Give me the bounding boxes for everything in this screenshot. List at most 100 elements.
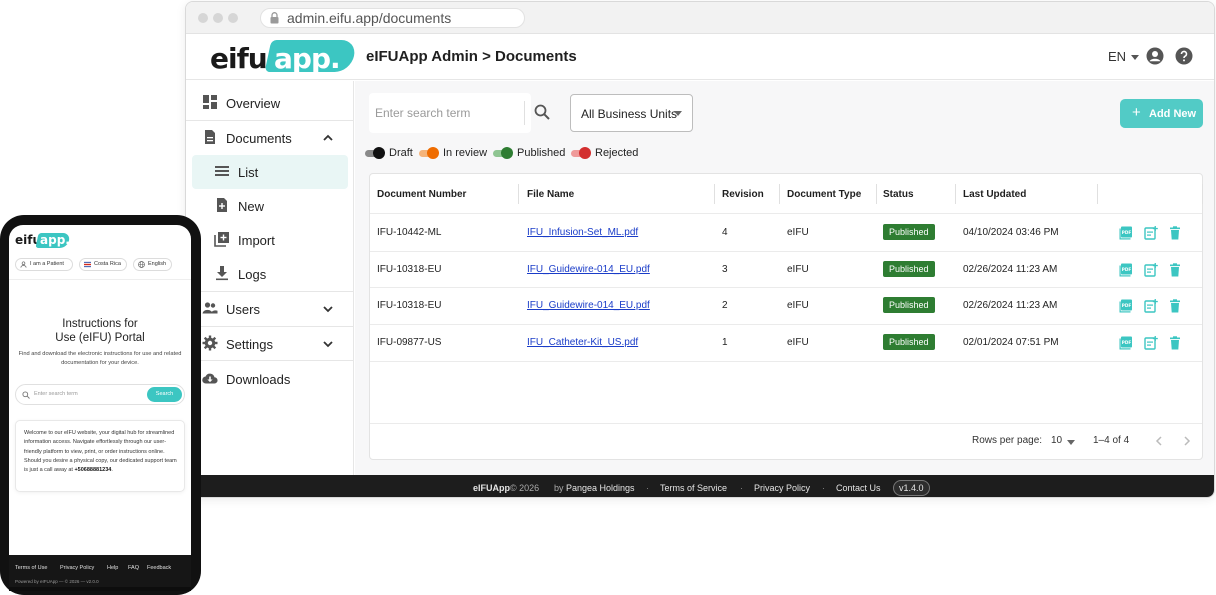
status-badge: Published (883, 224, 935, 240)
column-divider (779, 184, 780, 204)
sidebar-item-new[interactable]: New (186, 189, 354, 223)
footer-privacy-link[interactable]: Privacy Policy (754, 483, 810, 493)
footer-terms-link[interactable]: Terms of Service (660, 483, 727, 493)
file-name-link[interactable]: IFU_Catheter-Kit_US.pdf (527, 337, 638, 348)
footer-copyright: © 2026 (510, 483, 540, 493)
address-bar[interactable]: admin.eifu.app/documents (260, 8, 525, 28)
add-note-icon[interactable] (1144, 336, 1158, 350)
footer-separator: · (740, 483, 743, 493)
search-icon[interactable] (533, 103, 551, 121)
plus-icon: + (1132, 104, 1141, 121)
country-chip[interactable]: Costa Rica (79, 258, 127, 271)
chevron-right-icon[interactable] (1182, 436, 1192, 446)
add-note-icon[interactable] (1144, 299, 1158, 313)
footer-contact-link[interactable]: Contact Us (836, 483, 881, 493)
rows-per-page-select[interactable]: 10 (1051, 435, 1062, 446)
pdf-icon[interactable]: PDF (1119, 299, 1133, 313)
footer-separator: · (822, 483, 825, 493)
gear-icon (202, 335, 218, 351)
legend-knob (501, 147, 513, 159)
svg-text:PDF: PDF (1122, 267, 1132, 272)
document-type: eIFU (787, 300, 809, 311)
sidebar-item-documents[interactable]: Documents (186, 121, 354, 155)
chevron-down-icon (323, 306, 333, 313)
rows-per-page-label: Rows per page: (972, 435, 1043, 446)
phone-footer: Terms of Use Privacy Policy Help FAQ Fee… (9, 555, 191, 587)
column-header[interactable]: File Name (527, 189, 574, 200)
sidebar-item-logs[interactable]: Logs (186, 257, 354, 291)
app-header: eifu app. eIFUApp Admin > Documents EN (186, 34, 1214, 80)
caret-down-icon[interactable] (1067, 440, 1075, 445)
file-name-link[interactable]: IFU_Guidewire-014_EU.pdf (527, 300, 650, 311)
row-divider (370, 324, 1202, 325)
phone-logo-text-accent: app. (40, 233, 70, 247)
column-header[interactable]: Status (883, 189, 914, 200)
sidebar-item-label: Documents (226, 131, 292, 146)
account-icon[interactable] (1146, 47, 1164, 65)
sidebar-item-label: Logs (238, 267, 267, 282)
cloud-download-icon (202, 373, 218, 384)
divider (9, 279, 191, 280)
legend-knob (427, 147, 439, 159)
trash-icon[interactable] (1168, 263, 1182, 277)
phone-footer-link[interactable]: Help (107, 565, 118, 571)
phone-footer-link[interactable]: Feedback (147, 565, 171, 571)
sidebar-item-downloads[interactable]: Downloads (186, 362, 354, 396)
sidebar-item-settings[interactable]: Settings (186, 327, 354, 361)
svg-text:PDF: PDF (1122, 303, 1132, 308)
portal-title-line1: Instructions for (62, 318, 138, 330)
portal-subtitle: Find and download the electronic instruc… (18, 351, 182, 366)
sidebar-item-import[interactable]: Import (186, 223, 354, 257)
phone-search-field[interactable]: Enter search term Search (15, 384, 185, 405)
trash-icon[interactable] (1168, 299, 1182, 313)
language-selector[interactable]: EN (1108, 49, 1140, 64)
search-input[interactable]: Enter search term (375, 106, 470, 120)
window-dot (198, 13, 208, 23)
sidebar-item-label: Settings (226, 337, 273, 352)
phone-search-button[interactable]: Search (147, 387, 182, 402)
legend-label: Published (517, 147, 566, 159)
add-note-icon[interactable] (1144, 263, 1158, 277)
column-header[interactable]: Document Number (377, 189, 466, 200)
help-icon[interactable] (1175, 47, 1193, 65)
welcome-text: Welcome to our eIFU website, your digita… (24, 429, 182, 475)
row-divider (370, 423, 1202, 424)
sidebar-item-label: New (238, 199, 265, 214)
sidebar-item-users[interactable]: Users (186, 292, 354, 326)
pdf-icon[interactable]: PDF (1119, 336, 1133, 350)
add-note-icon[interactable] (1144, 226, 1158, 240)
footer-company: Pangea Holdings (566, 483, 635, 493)
search-field[interactable]: Enter search term (369, 93, 531, 133)
svg-text:PDF: PDF (1122, 230, 1132, 235)
trash-icon[interactable] (1168, 336, 1182, 350)
sidebar-item-list[interactable]: List (192, 155, 348, 189)
sidebar-item-overview[interactable]: Overview (186, 86, 354, 120)
document-type: eIFU (787, 264, 809, 275)
language-chip[interactable]: English (133, 258, 172, 271)
legend-label: Rejected (595, 147, 639, 159)
phone-footer-link[interactable]: Privacy Policy (60, 565, 94, 571)
pdf-icon[interactable]: PDF (1119, 263, 1133, 277)
phone-search-input[interactable]: Enter search term (34, 391, 78, 397)
status-badge: Published (883, 334, 935, 350)
chip-label: Costa Rica (94, 261, 121, 267)
file-name-link[interactable]: IFU_Guidewire-014_EU.pdf (527, 264, 650, 275)
business-unit-select[interactable]: All Business Units (570, 94, 693, 132)
chevron-left-icon[interactable] (1154, 436, 1164, 446)
file-name-link[interactable]: IFU_Infusion-Set_ML.pdf (527, 227, 638, 238)
patient-chip[interactable]: I am a Patient (15, 258, 73, 271)
column-header[interactable]: Revision (722, 189, 764, 200)
trash-icon[interactable] (1168, 226, 1182, 240)
column-header[interactable]: Last Updated (963, 189, 1026, 200)
portal-title: Instructions for Use (eIFU) Portal (9, 317, 191, 345)
column-header[interactable]: Document Type (787, 189, 861, 200)
support-phone-number[interactable]: +50688881234 (74, 467, 111, 473)
phone-footer-link[interactable]: FAQ (128, 565, 139, 571)
page-title: eIFUApp Admin > Documents (366, 48, 577, 65)
add-new-button[interactable]: + Add New (1120, 99, 1203, 128)
column-divider (876, 184, 877, 204)
revision: 1 (722, 337, 728, 348)
document-type: eIFU (787, 227, 809, 238)
pdf-icon[interactable]: PDF (1119, 226, 1133, 240)
phone-footer-link[interactable]: Terms of Use (15, 565, 47, 571)
